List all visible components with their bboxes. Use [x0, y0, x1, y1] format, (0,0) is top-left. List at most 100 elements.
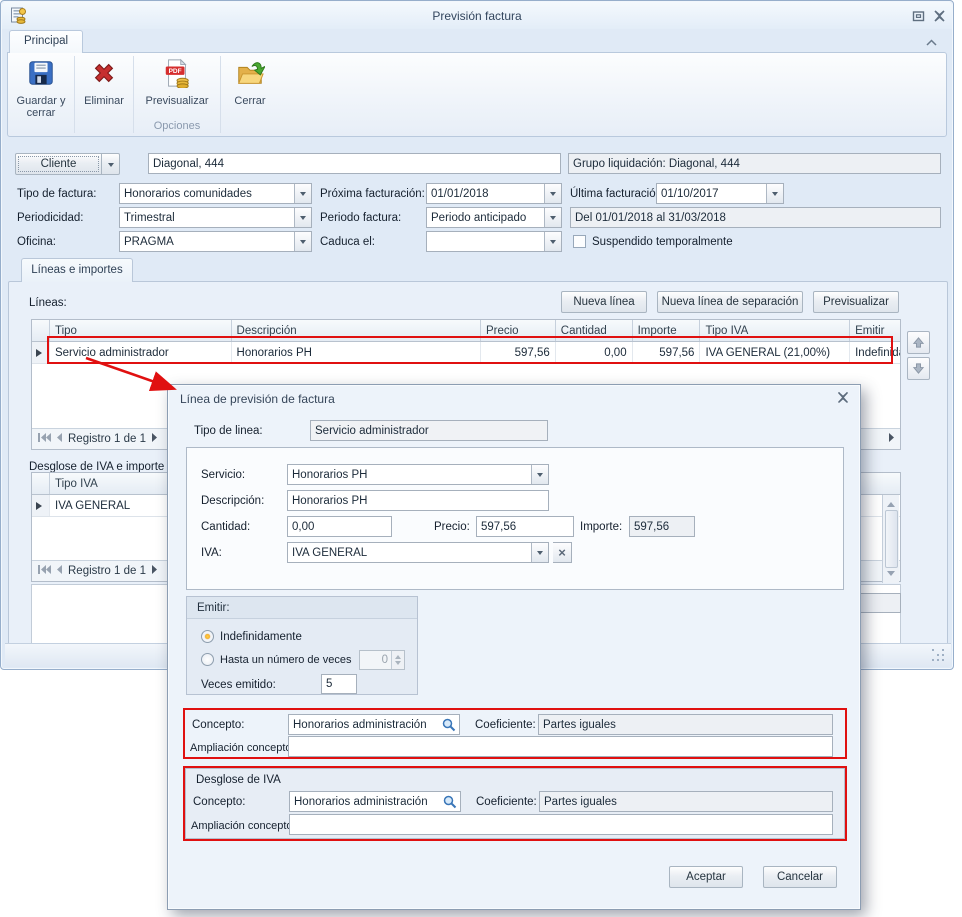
- emitir-groupbox: Emitir: Indefinidamente Hasta un número …: [186, 596, 418, 695]
- nav-first-icon[interactable]: [37, 433, 51, 445]
- nueva-linea-separacion-button[interactable]: Nueva línea de separación: [657, 291, 803, 313]
- suspendido-checkbox[interactable]: [573, 235, 586, 248]
- radio-hasta-numero-veces[interactable]: [201, 653, 214, 666]
- servicio-combo[interactable]: Honorarios PH: [287, 464, 549, 485]
- veces-spinner[interactable]: 0: [359, 650, 405, 670]
- scrollbar-thumb[interactable]: [884, 510, 898, 568]
- tab-lineas-importes[interactable]: Líneas e importes: [21, 258, 133, 282]
- close-window-button[interactable]: Cerrar: [234, 56, 267, 120]
- nav-prev-icon[interactable]: [56, 433, 63, 445]
- dialog-close-icon[interactable]: [837, 391, 849, 406]
- tipo-factura-combo[interactable]: Honorarios comunidades: [119, 183, 312, 204]
- proxima-facturacion-label: Próxima facturación:: [320, 187, 425, 200]
- cliente-value-field[interactable]: Diagonal, 444: [148, 153, 561, 174]
- ribbon-tabstrip: Principal: [7, 30, 947, 53]
- chevron-down-icon[interactable]: [766, 184, 783, 203]
- ribbon: Guardar y cerrar Eliminar PDF Previsuali…: [7, 52, 947, 137]
- down-arrow-icon: [912, 363, 925, 374]
- suspendido-label: Suspendido temporalmente: [592, 235, 733, 248]
- cliente-dropdown-button[interactable]: [101, 153, 120, 175]
- annotation-row-highlight: [47, 336, 893, 364]
- chevron-down-icon[interactable]: [544, 208, 561, 227]
- search-icon[interactable]: [440, 792, 460, 811]
- veces-emitido-label: Veces emitido:: [201, 678, 276, 691]
- coeficiente-label: Coeficiente:: [475, 718, 536, 731]
- oficina-label: Oficina:: [17, 235, 56, 248]
- nav-next-icon[interactable]: [151, 433, 158, 445]
- chevron-down-icon[interactable]: [294, 208, 311, 227]
- oficina-combo[interactable]: PRAGMA: [119, 231, 312, 252]
- periodicidad-combo[interactable]: Trimestral: [119, 207, 312, 228]
- tipo-linea-field: Servicio administrador: [310, 420, 548, 441]
- delete-button[interactable]: Eliminar: [84, 56, 124, 120]
- chevron-down-icon[interactable]: [294, 232, 311, 251]
- desglose-concepto-input[interactable]: Honorarios administración: [289, 791, 461, 812]
- scroll-up-icon[interactable]: [887, 498, 895, 507]
- close-folder-icon: [235, 58, 267, 92]
- chevron-down-icon[interactable]: [294, 184, 311, 203]
- iva-combo[interactable]: IVA GENERAL: [287, 542, 549, 563]
- close-icon[interactable]: [933, 10, 946, 25]
- cantidad-label: Cantidad:: [201, 520, 251, 533]
- preview-button[interactable]: PDF Previsualizar: [146, 56, 208, 120]
- ribbon-group-close: Cerrar: [221, 53, 279, 136]
- annotation-desglose-highlight: Desglose de IVA Concepto: Honorarios adm…: [183, 766, 847, 841]
- periodo-rango-field: Del 01/01/2018 al 31/03/2018: [570, 207, 941, 228]
- descripcion-input[interactable]: Honorarios PH: [287, 490, 549, 511]
- nueva-linea-button[interactable]: Nueva línea: [561, 291, 647, 313]
- importe-label: Importe:: [580, 520, 623, 533]
- veces-emitido-field[interactable]: 5: [321, 674, 357, 694]
- move-row-up-button[interactable]: [907, 331, 930, 354]
- spin-up-icon[interactable]: [395, 652, 401, 660]
- chevron-down-icon[interactable]: [544, 232, 561, 251]
- restore-button[interactable]: [912, 10, 925, 25]
- chevron-down-icon[interactable]: [531, 543, 548, 562]
- aceptar-button[interactable]: Aceptar: [669, 866, 743, 888]
- nav-first-icon[interactable]: [37, 565, 51, 577]
- scroll-down-icon[interactable]: [887, 571, 895, 580]
- radio-indefinidamente[interactable]: [201, 630, 214, 643]
- ribbon-group-label: Opciones: [153, 120, 201, 132]
- search-icon[interactable]: [439, 715, 459, 734]
- desglose-ampliacion-input[interactable]: [289, 814, 833, 835]
- caduca-el-combo[interactable]: [426, 231, 562, 252]
- nav-record-label: Registro 1 de 1: [68, 433, 146, 445]
- annotation-concepto-highlight: Concepto: Honorarios administración Coef…: [183, 708, 847, 759]
- cantidad-input[interactable]: 0,00: [287, 516, 392, 537]
- save-and-close-button[interactable]: Guardar y cerrar: [10, 56, 72, 120]
- ultima-facturacion-label: Última facturación:: [570, 187, 666, 200]
- spin-down-icon[interactable]: [395, 660, 401, 668]
- move-row-down-button[interactable]: [907, 357, 930, 380]
- ultima-facturacion-combo[interactable]: 01/10/2017: [656, 183, 784, 204]
- nav-next-icon[interactable]: [151, 565, 158, 577]
- iva-clear-icon[interactable]: ×: [553, 542, 572, 563]
- up-arrow-icon: [912, 337, 925, 348]
- cliente-button[interactable]: Cliente: [15, 153, 102, 175]
- proxima-facturacion-combo[interactable]: 01/01/2018: [426, 183, 562, 204]
- ribbon-group-delete: Eliminar: [75, 53, 133, 136]
- importe-field: 597,56: [629, 516, 695, 537]
- vertical-scrollbar[interactable]: [882, 495, 899, 583]
- resize-grip[interactable]: [932, 649, 944, 661]
- cancelar-button[interactable]: Cancelar: [763, 866, 837, 888]
- chevron-down-icon[interactable]: [531, 465, 548, 484]
- previsualizar-button[interactable]: Previsualizar: [813, 291, 899, 313]
- coeficiente-label: Coeficiente:: [476, 795, 537, 808]
- ampliacion-concepto-input[interactable]: [288, 736, 833, 757]
- grupo-liquidacion-field: Grupo liquidación: Diagonal, 444: [568, 153, 941, 174]
- periodo-factura-combo[interactable]: Periodo anticipado: [426, 207, 562, 228]
- chevron-down-icon[interactable]: [544, 184, 561, 203]
- collapse-ribbon-icon[interactable]: [926, 37, 937, 49]
- concepto-label: Concepto:: [192, 718, 245, 731]
- screenshot-root: Previsión factura Principal Guardar y ce…: [0, 0, 962, 917]
- ampliacion-concepto-label: Ampliación concepto:: [190, 741, 295, 754]
- tab-principal[interactable]: Principal: [9, 30, 83, 53]
- tipo-linea-label: Tipo de linea:: [194, 424, 263, 437]
- precio-input[interactable]: 597,56: [476, 516, 574, 537]
- concepto-input[interactable]: Honorarios administración: [288, 714, 460, 735]
- desglose-coeficiente-field: Partes iguales: [539, 791, 833, 812]
- lineas-label: Líneas:: [29, 296, 67, 309]
- concepto-label: Concepto:: [193, 795, 246, 808]
- hscroll-right-icon[interactable]: [888, 433, 895, 445]
- nav-prev-icon[interactable]: [56, 565, 63, 577]
